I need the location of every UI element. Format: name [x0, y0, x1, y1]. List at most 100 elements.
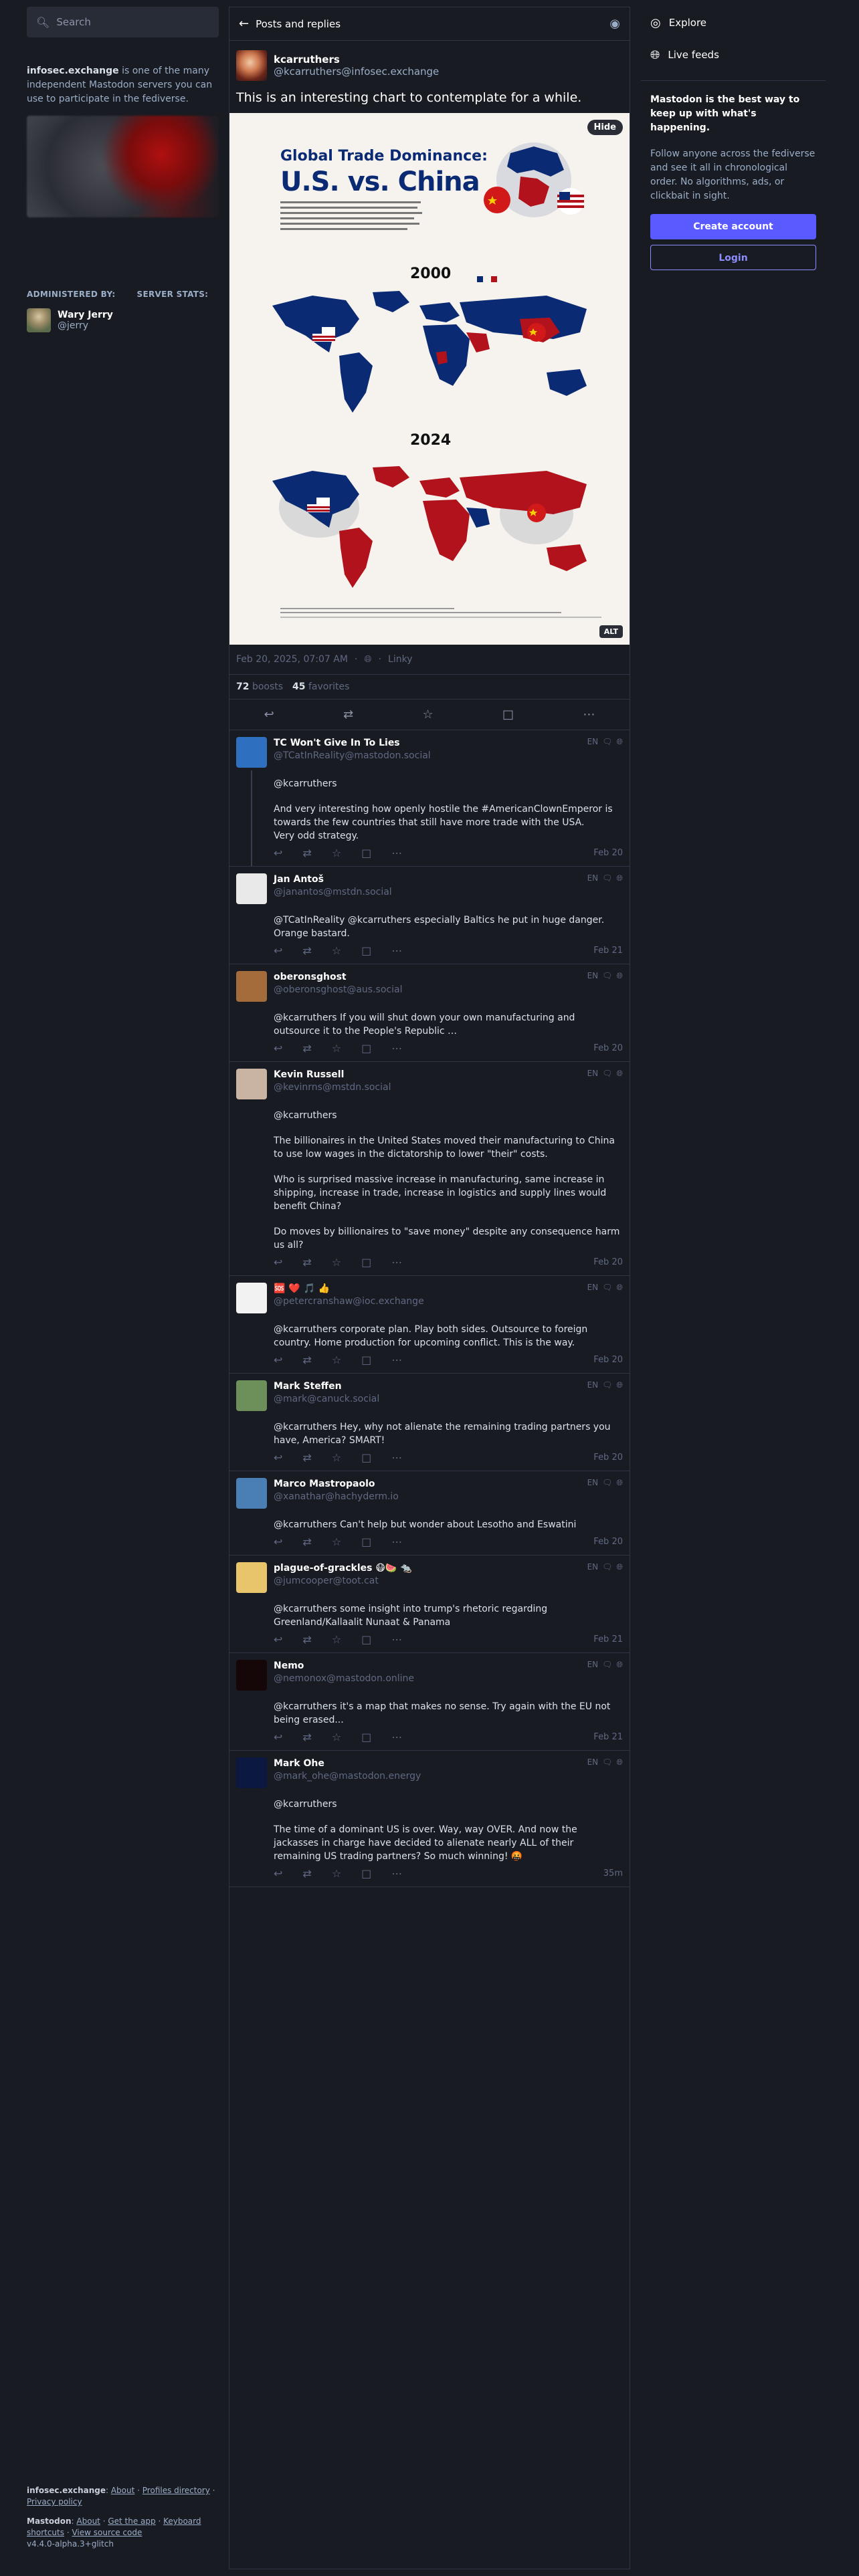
bookmark-icon[interactable]: □ [361, 847, 371, 859]
boosts-count-link[interactable]: 72 boosts [236, 681, 283, 692]
star-icon[interactable]: ☆ [332, 1354, 341, 1366]
more-icon[interactable]: ⋯ [391, 1731, 402, 1743]
reply-all-icon[interactable]: ↩ [274, 847, 282, 859]
star-icon[interactable]: ☆ [332, 1633, 341, 1646]
search-box[interactable]: 🔍︎ [27, 7, 219, 37]
star-icon[interactable]: ☆ [332, 1042, 341, 1055]
eye-icon[interactable]: ◉ [609, 17, 620, 31]
bookmark-icon[interactable]: □ [502, 708, 514, 722]
reply-all-icon[interactable]: ↩ [274, 1042, 282, 1055]
reply-all-icon[interactable]: ↩ [274, 944, 282, 957]
star-icon[interactable]: ☆ [332, 1731, 341, 1743]
boost-icon[interactable]: ⇄ [302, 1535, 311, 1548]
admin-name[interactable]: Wary Jerry [58, 310, 113, 320]
reply-timestamp[interactable]: 35m [603, 1868, 623, 1879]
star-icon[interactable]: ☆ [332, 847, 341, 859]
avatar[interactable] [236, 1660, 267, 1691]
reply-timestamp[interactable]: Feb 20 [593, 848, 623, 858]
star-icon[interactable]: ☆ [332, 944, 341, 957]
avatar[interactable] [236, 737, 267, 768]
reply-display-name[interactable]: TC Won't Give In To Lies [274, 737, 581, 749]
footer-link-about[interactable]: About [111, 2486, 134, 2495]
footer-link-get-app[interactable]: Get the app [108, 2516, 155, 2526]
reply-display-name[interactable]: Marco Mastropaolo [274, 1478, 581, 1490]
boost-icon[interactable]: ⇄ [302, 1354, 311, 1366]
footer-link-profiles-directory[interactable]: Profiles directory [142, 2486, 210, 2495]
reply-status[interactable]: plague-of-grackles 😷🍉 🐀 @jumcooper@toot.… [229, 1555, 630, 1653]
reply-display-name[interactable]: Nemo [274, 1660, 581, 1672]
reply-status[interactable]: 🆘 ❤️ 🎵 👍 @petercranshaw@ioc.exchange EN … [229, 1276, 630, 1374]
reply-timestamp[interactable]: Feb 20 [593, 1257, 623, 1267]
star-icon[interactable]: ☆ [423, 708, 434, 722]
avatar[interactable] [27, 308, 51, 332]
more-icon[interactable]: ⋯ [391, 944, 402, 957]
reply-all-icon[interactable]: ↩ [274, 1535, 282, 1548]
bookmark-icon[interactable]: □ [361, 1354, 371, 1366]
reply-icon[interactable]: ↩ [264, 708, 274, 722]
favorites-count-link[interactable]: 45 favorites [292, 681, 349, 692]
search-input[interactable] [56, 16, 209, 28]
alt-text-badge[interactable]: ALT [599, 625, 623, 638]
bookmark-icon[interactable]: □ [361, 1867, 371, 1880]
reply-display-name[interactable]: oberonsghost [274, 971, 581, 983]
reply-status[interactable]: Kevin Russell @kevinrns@mstdn.social EN … [229, 1062, 630, 1276]
more-icon[interactable]: ⋯ [391, 1535, 402, 1548]
reply-display-name[interactable]: Mark Ohe [274, 1757, 581, 1769]
footer-link-mastodon-about[interactable]: About [76, 2516, 100, 2526]
nav-live-feeds[interactable]: 🌐︎ Live feeds [641, 39, 826, 71]
reply-timestamp[interactable]: Feb 21 [593, 1732, 623, 1742]
nav-explore[interactable]: ◎ Explore [641, 7, 826, 39]
boost-icon[interactable]: ⇄ [302, 1451, 311, 1464]
boost-icon[interactable]: ⇄ [302, 944, 311, 957]
bookmark-icon[interactable]: □ [361, 1451, 371, 1464]
bookmark-icon[interactable]: □ [361, 1256, 371, 1269]
reply-status[interactable]: Mark Ohe @mark_ohe@mastodon.energy EN 🗨︎… [229, 1751, 630, 1887]
bookmark-icon[interactable]: □ [361, 944, 371, 957]
avatar[interactable] [236, 50, 267, 81]
reply-timestamp[interactable]: Feb 21 [593, 1634, 623, 1644]
avatar[interactable] [236, 1069, 267, 1099]
reply-display-name[interactable]: 🆘 ❤️ 🎵 👍 [274, 1283, 581, 1295]
status-timestamp[interactable]: Feb 20, 2025, 07:07 AM [236, 654, 348, 665]
star-icon[interactable]: ☆ [332, 1256, 341, 1269]
more-icon[interactable]: ⋯ [391, 1042, 402, 1055]
reply-all-icon[interactable]: ↩ [274, 1731, 282, 1743]
create-account-button[interactable]: Create account [650, 214, 816, 239]
boost-icon[interactable]: ⇄ [302, 1633, 311, 1646]
reply-status[interactable]: Marco Mastropaolo @xanathar@hachyderm.io… [229, 1471, 630, 1555]
reply-timestamp[interactable]: Feb 21 [593, 946, 623, 956]
reply-timestamp[interactable]: Feb 20 [593, 1043, 623, 1053]
status-display-name[interactable]: kcarruthers [274, 53, 439, 66]
bookmark-icon[interactable]: □ [361, 1731, 371, 1743]
reply-status[interactable]: oberonsghost @oberonsghost@aus.social EN… [229, 964, 630, 1062]
server-name[interactable]: infosec.exchange [27, 66, 119, 76]
reply-timestamp[interactable]: Feb 20 [593, 1537, 623, 1547]
reply-display-name[interactable]: Jan Antoš [274, 873, 581, 885]
reply-status[interactable]: Nemo @nemonox@mastodon.online EN 🗨︎ 🌐︎ @… [229, 1653, 630, 1751]
more-icon[interactable]: ⋯ [391, 1256, 402, 1269]
reply-timestamp[interactable]: Feb 20 [593, 1355, 623, 1365]
reply-all-icon[interactable]: ↩ [274, 1867, 282, 1880]
boost-icon[interactable]: ⇄ [302, 847, 311, 859]
footer-link-privacy-policy[interactable]: Privacy policy [27, 2497, 82, 2506]
reply-display-name[interactable]: plague-of-grackles 😷🍉 🐀 [274, 1562, 581, 1574]
more-icon[interactable]: ⋯ [391, 1354, 402, 1366]
reply-display-name[interactable]: Kevin Russell [274, 1069, 581, 1081]
avatar[interactable] [236, 1380, 267, 1411]
reply-status[interactable]: TC Won't Give In To Lies @TCatInReality@… [229, 730, 630, 867]
status-app[interactable]: Linky [388, 654, 412, 665]
bookmark-icon[interactable]: □ [361, 1633, 371, 1646]
hide-media-button[interactable]: Hide [587, 120, 623, 135]
admin-account[interactable]: Wary Jerry @jerry [27, 308, 219, 332]
footer-link-view-source[interactable]: View source code [72, 2528, 142, 2537]
reply-timestamp[interactable]: Feb 20 [593, 1453, 623, 1463]
avatar[interactable] [236, 1478, 267, 1509]
avatar[interactable] [236, 971, 267, 1002]
more-icon[interactable]: ⋯ [391, 1451, 402, 1464]
reply-status[interactable]: Jan Antoš @janantos@mstdn.social EN 🗨︎ 🌐… [229, 867, 630, 964]
reply-all-icon[interactable]: ↩ [274, 1354, 282, 1366]
reply-all-icon[interactable]: ↩ [274, 1256, 282, 1269]
boost-icon[interactable]: ⇄ [302, 1731, 311, 1743]
boost-icon[interactable]: ⇄ [343, 708, 353, 722]
more-icon[interactable]: ⋯ [391, 847, 402, 859]
